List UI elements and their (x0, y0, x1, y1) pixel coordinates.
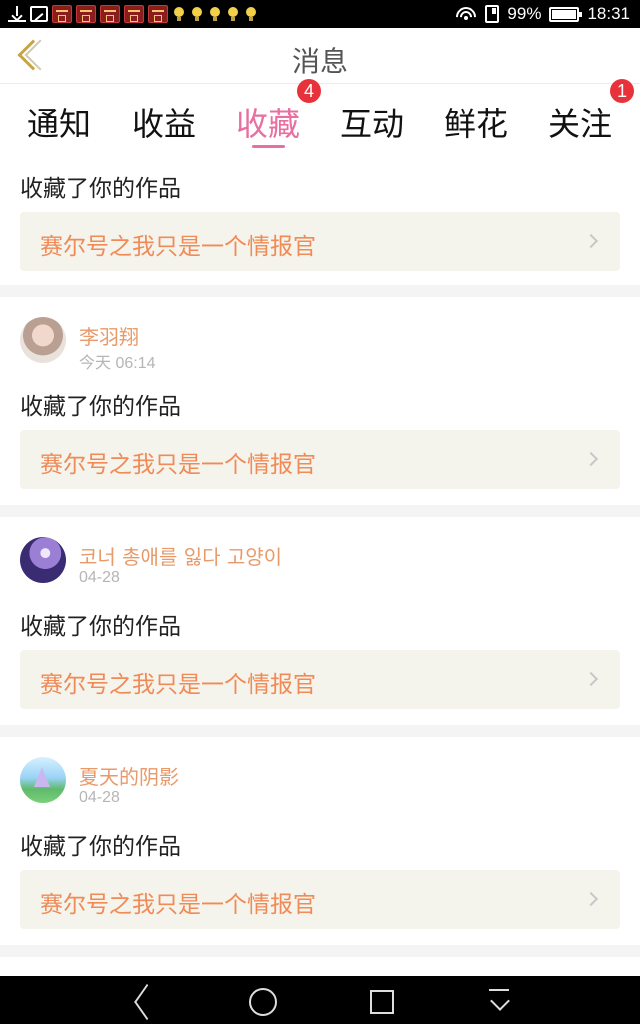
list-item: 코너 총애를 잃다 고양이 04-28 收藏了你的作品 赛尔号之我只是一个情报官 (0, 517, 640, 725)
chevron-right-icon (583, 451, 599, 467)
work-title: 赛尔号之我只是一个情报官 (40, 892, 316, 918)
tab-flowers[interactable]: 鲜花 (424, 99, 528, 145)
work-link[interactable]: 赛尔号之我只是一个情报官 (20, 430, 620, 489)
status-bar: 99% 18:31 (0, 0, 640, 28)
divider (0, 945, 640, 957)
timestamp: 04-28 (79, 569, 120, 586)
chevron-right-icon (583, 891, 599, 907)
red-envelope-icon (76, 5, 96, 23)
system-nav-bar (0, 976, 640, 1024)
red-envelope-icon (100, 5, 120, 23)
sim-icon (485, 5, 500, 23)
bulb-icon (244, 6, 258, 22)
message-feed[interactable]: 收藏了你的作品 赛尔号之我只是一个情报官 李羽翔 今天 06:14 收藏了你的作… (0, 155, 640, 976)
action-text: 收藏了你的作品 (20, 176, 181, 202)
work-title: 赛尔号之我只是一个情报官 (40, 234, 316, 260)
red-envelope-icon (52, 5, 72, 23)
action-text: 收藏了你的作品 (20, 834, 181, 860)
action-text: 收藏了你的作品 (20, 394, 181, 420)
username[interactable]: 코너 총애를 잃다 고양이 (79, 541, 282, 570)
work-title: 赛尔号之我只是一个情报官 (40, 672, 316, 698)
tab-interactions[interactable]: 互动 (320, 99, 424, 145)
follows-badge: 1 (610, 79, 634, 103)
avatar[interactable] (20, 537, 66, 583)
tab-earnings[interactable]: 收益 (112, 99, 216, 145)
username[interactable]: 李羽翔 (79, 321, 139, 350)
tab-bar: 通知 收益 收藏 4 互动 鲜花 关注 1 (0, 79, 640, 155)
work-link[interactable]: 赛尔号之我只是一个情报官 (20, 650, 620, 709)
action-text: 收藏了你的作品 (20, 614, 181, 640)
tab-notifications[interactable]: 通知 (7, 99, 111, 145)
chevron-right-icon (583, 671, 599, 687)
page-title: 消息 (291, 45, 348, 78)
divider (0, 505, 640, 517)
favorites-badge: 4 (297, 79, 321, 103)
avatar[interactable] (20, 317, 66, 363)
chevron-right-icon (583, 233, 599, 249)
home-circle-icon[interactable] (247, 986, 277, 1016)
timestamp: 04-28 (79, 789, 120, 806)
timestamp: 今天 06:14 (79, 355, 156, 372)
wifi-icon (455, 6, 478, 22)
system-icons: 99% 18:31 (455, 3, 630, 25)
recent-square-icon[interactable] (366, 986, 396, 1016)
tab-follows[interactable]: 关注 (528, 99, 632, 145)
red-envelope-icon (124, 5, 144, 23)
battery-icon (549, 6, 583, 22)
work-title: 赛尔号之我只是一个情报官 (40, 452, 316, 478)
username[interactable]: 夏天的阴影 (79, 761, 179, 790)
list-item: 收藏了你的作品 赛尔号之我只是一个情报官 (0, 155, 640, 285)
work-link[interactable]: 赛尔号之我只是一个情报官 (20, 212, 620, 271)
notification-pulldown-icon[interactable] (485, 986, 515, 1016)
bulb-icon (208, 6, 222, 22)
divider (0, 285, 640, 297)
list-item: 李羽翔 今天 06:14 收藏了你的作品 赛尔号之我只是一个情报官 (0, 297, 640, 505)
notification-icons (8, 4, 258, 24)
back-triangle-icon[interactable] (128, 986, 158, 1016)
image-icon (30, 6, 48, 22)
app-header: 消息 (0, 28, 640, 84)
active-tab-indicator (252, 145, 285, 148)
avatar[interactable] (20, 757, 66, 803)
list-item: 夏天的阴影 04-28 收藏了你的作品 赛尔号之我只是一个情报官 (0, 737, 640, 945)
divider (0, 725, 640, 737)
bulb-icon (172, 6, 186, 22)
battery-percent: 99% (507, 4, 542, 23)
tab-favorites[interactable]: 收藏 (216, 99, 320, 145)
clock: 18:31 (587, 4, 630, 23)
bulb-icon (190, 6, 204, 22)
work-link[interactable]: 赛尔号之我只是一个情报官 (20, 870, 620, 929)
red-envelope-icon (148, 5, 168, 23)
bulb-icon (226, 6, 240, 22)
download-icon (8, 6, 26, 22)
